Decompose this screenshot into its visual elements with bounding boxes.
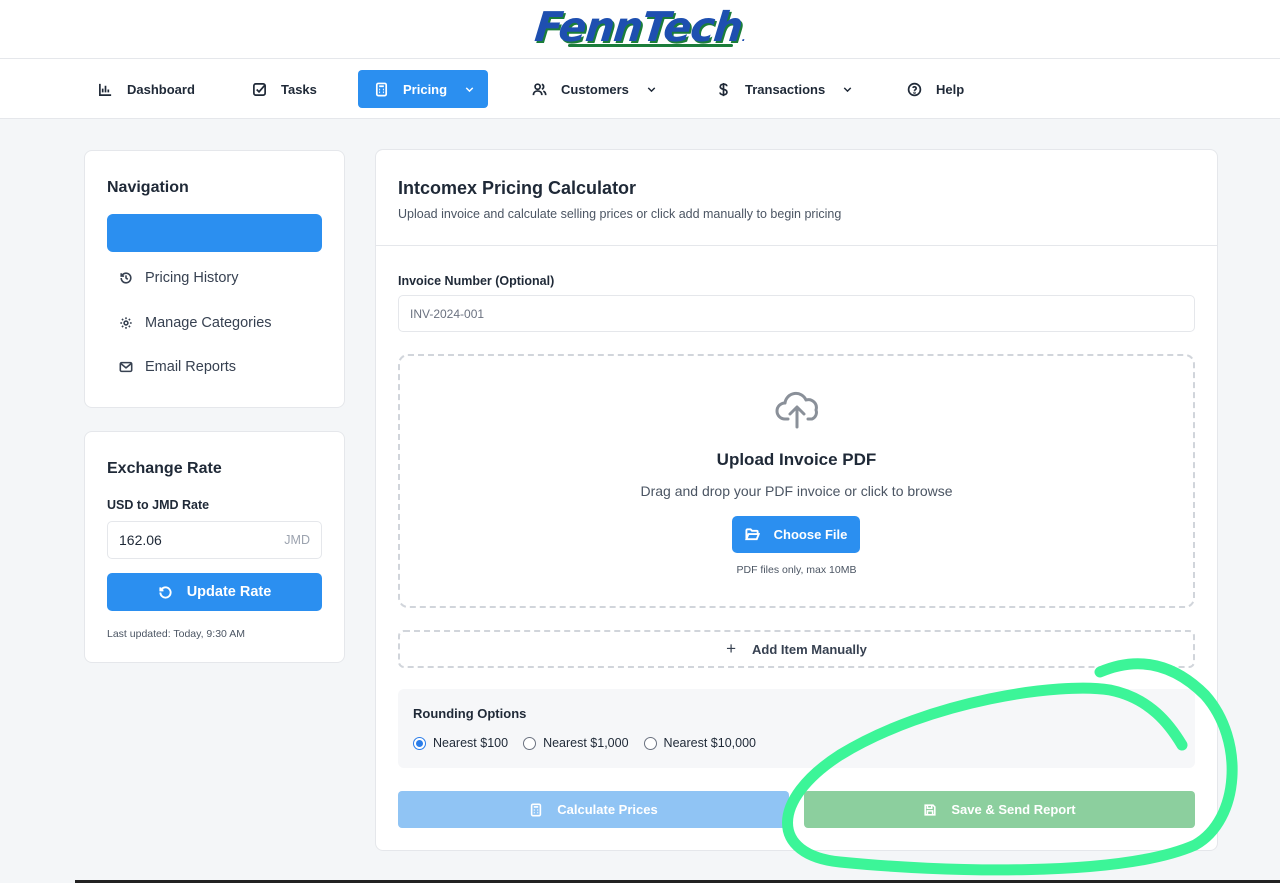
- nav-tasks[interactable]: Tasks: [242, 70, 327, 108]
- exchange-rate-title: Exchange Rate: [107, 460, 222, 477]
- add-item-manually-button[interactable]: + Add Item Manually: [398, 630, 1195, 668]
- last-updated-text: Last updated: Today, 9:30 AM: [107, 628, 245, 640]
- page-subtitle: Upload invoice and calculate selling pri…: [398, 207, 842, 221]
- mail-icon: [119, 361, 133, 373]
- sidebar-item-manage-categories[interactable]: Manage Categories: [119, 313, 272, 333]
- rounding-options-title: Rounding Options: [413, 706, 527, 721]
- rounding-options-panel: Rounding Options Nearest $100 Nearest $1…: [398, 689, 1195, 768]
- chevron-down-icon: [647, 86, 656, 92]
- top-navigation: Dashboard Tasks Pricing Customers Transa…: [0, 58, 1280, 119]
- pricing-calculator-card: Intcomex Pricing Calculator Upload invoi…: [375, 149, 1218, 851]
- sidebar-item-active[interactable]: [107, 214, 322, 252]
- nav-dashboard-label: Dashboard: [127, 81, 195, 97]
- nav-customers-label: Customers: [561, 81, 629, 97]
- radio-label-nearest-1000[interactable]: Nearest $1,000: [543, 736, 628, 750]
- exchange-rate-input[interactable]: 162.06 JMD: [107, 521, 322, 559]
- invoice-number-placeholder: INV-2024-001: [410, 306, 485, 321]
- save-send-report-button[interactable]: Save & Send Report: [804, 791, 1195, 828]
- nav-tasks-label: Tasks: [281, 81, 317, 97]
- sidebar-item-email-reports[interactable]: Email Reports: [119, 357, 236, 377]
- exchange-rate-value: 162.06: [119, 532, 162, 548]
- folder-open-icon: [744, 528, 760, 541]
- nav-help-label: Help: [936, 81, 965, 97]
- invoice-number-label: Invoice Number (Optional): [398, 274, 555, 288]
- chevron-down-icon: [465, 86, 474, 92]
- add-item-manually-label: Add Item Manually: [752, 641, 867, 657]
- save-icon: [924, 803, 936, 816]
- sidebar-item-label: Manage Categories: [145, 315, 272, 331]
- cloud-upload-icon: [775, 391, 818, 429]
- help-circle-icon: [907, 82, 922, 96]
- sidebar-item-label: Pricing History: [145, 270, 239, 286]
- nav-dashboard[interactable]: Dashboard: [88, 70, 205, 108]
- update-rate-label: Update Rate: [186, 584, 272, 600]
- calculator-icon: [375, 82, 388, 96]
- exchange-rate-card: Exchange Rate USD to JMD Rate 162.06 JMD…: [84, 431, 345, 663]
- fenntech-logo[interactable]: FennTech.: [532, 3, 747, 51]
- rounding-radio-group: Nearest $100 Nearest $1,000 Nearest $10,…: [413, 736, 771, 750]
- choose-file-label: Choose File: [773, 527, 848, 542]
- bar-chart-icon: [99, 83, 112, 96]
- logo-trademark: .: [740, 32, 745, 44]
- dollar-icon: [719, 82, 728, 96]
- chevron-down-icon: [843, 86, 852, 92]
- users-icon: [532, 82, 547, 95]
- nav-pricing-label: Pricing: [403, 81, 448, 97]
- page-title: Intcomex Pricing Calculator: [398, 178, 637, 198]
- nav-customers[interactable]: Customers: [522, 70, 668, 108]
- invoice-number-input[interactable]: INV-2024-001: [398, 295, 1195, 332]
- upload-title: Upload Invoice PDF: [716, 450, 877, 469]
- radio-nearest-1000[interactable]: [523, 736, 537, 750]
- navigation-card: Navigation Pricing History Manage Catego…: [84, 150, 345, 408]
- upload-hint: Drag and drop your PDF invoice or click …: [640, 483, 953, 499]
- radio-label-nearest-100[interactable]: Nearest $100: [433, 736, 508, 750]
- calculator-icon: [531, 803, 542, 816]
- nav-help[interactable]: Help: [897, 70, 974, 108]
- upload-note: PDF files only, max 10MB: [736, 564, 857, 576]
- save-send-report-label: Save & Send Report: [951, 802, 1076, 817]
- logo-underline: [568, 44, 733, 47]
- nav-transactions[interactable]: Transactions: [706, 70, 864, 108]
- refresh-icon: [159, 585, 172, 599]
- radio-nearest-10000[interactable]: [643, 736, 657, 750]
- sidebar-item-label: Email Reports: [145, 359, 237, 375]
- nav-transactions-label: Transactions: [745, 81, 826, 97]
- update-rate-button[interactable]: Update Rate: [107, 573, 322, 611]
- choose-file-button[interactable]: Choose File: [732, 516, 860, 553]
- nav-pricing[interactable]: Pricing: [358, 70, 488, 108]
- gear-icon: [120, 317, 132, 329]
- sidebar-item-pricing-history[interactable]: Pricing History: [119, 268, 238, 288]
- pdf-dropzone[interactable]: Upload Invoice PDF Drag and drop your PD…: [398, 354, 1195, 608]
- navigation-title: Navigation: [107, 179, 189, 196]
- exchange-rate-unit: JMD: [284, 533, 310, 547]
- calculate-prices-label: Calculate Prices: [557, 802, 658, 817]
- header-divider: [376, 245, 1217, 246]
- check-square-icon: [253, 82, 266, 96]
- plus-icon: +: [726, 639, 737, 658]
- radio-label-nearest-10000[interactable]: Nearest $10,000: [664, 736, 756, 750]
- calculate-prices-button[interactable]: Calculate Prices: [398, 791, 789, 828]
- logo-bar: FennTech.: [0, 0, 1280, 58]
- exchange-rate-label: USD to JMD Rate: [107, 498, 210, 512]
- radio-nearest-100[interactable]: [413, 736, 426, 750]
- history-icon: [120, 272, 132, 284]
